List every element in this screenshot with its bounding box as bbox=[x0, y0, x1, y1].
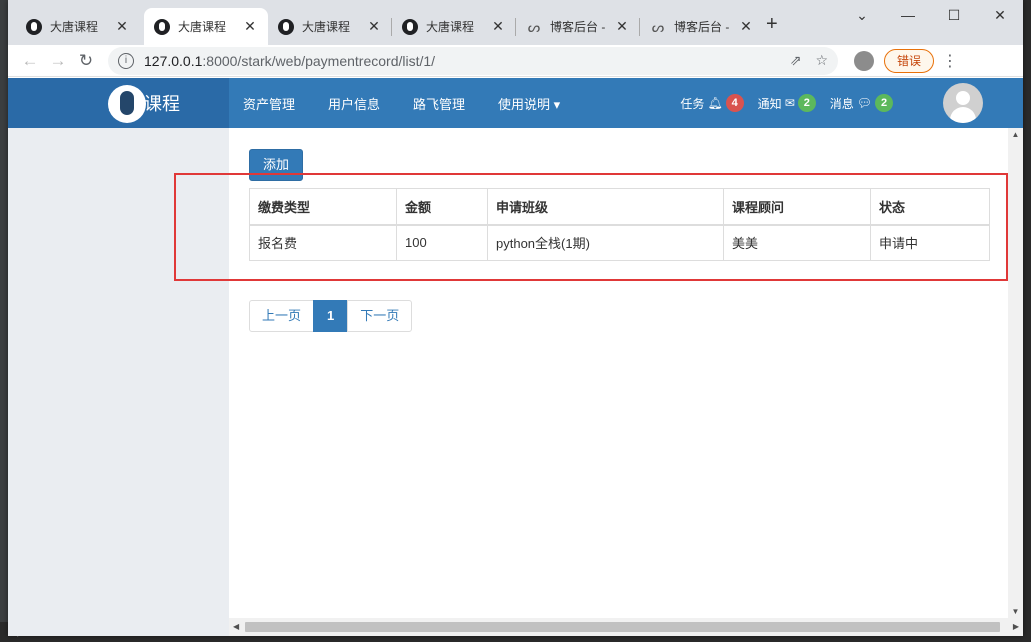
envelope-icon: ✉ bbox=[784, 96, 795, 110]
tab-3[interactable]: 大唐课程 ✕ bbox=[268, 8, 392, 45]
tasks-link[interactable]: 任务 🔔︎ 4 bbox=[680, 94, 744, 112]
profile-avatar-icon[interactable] bbox=[854, 50, 874, 71]
menu-item-assets[interactable]: 资产管理 bbox=[243, 94, 295, 113]
close-window-icon[interactable]: ✕ bbox=[977, 0, 1023, 30]
notification-bar: 任务 🔔︎ 4 通知 ✉ 2 消息 💬︎ 2 bbox=[680, 78, 983, 128]
scroll-right-arrow-icon[interactable]: ▶ bbox=[1013, 618, 1019, 636]
column-header: 课程顾问 bbox=[723, 188, 871, 226]
tab-1[interactable]: 大唐课程 ✕ bbox=[16, 8, 140, 45]
close-icon[interactable]: ✕ bbox=[366, 18, 382, 35]
close-icon[interactable]: ✕ bbox=[614, 18, 630, 35]
next-page-button[interactable]: 下一页 bbox=[347, 300, 413, 332]
tab-title: 博客后台 - bbox=[674, 20, 730, 34]
tab-title: 博客后台 - bbox=[550, 20, 606, 34]
window-controls: ⌄ — ☐ ✕ bbox=[839, 0, 1023, 30]
payment-record-table: 缴费类型 金额 申请班级 课程顾问 状态 报名费 100 python全栈(1期… bbox=[249, 188, 990, 261]
web-page: 大唐课程 资产管理 用户信息 路飞管理 使用说明 ▾ 任务🔔︎ 4 通知✉ 2 … bbox=[8, 78, 1023, 636]
notices-link[interactable]: 通知 ✉ 2 bbox=[758, 94, 816, 112]
page-1-button[interactable]: 1 bbox=[313, 300, 349, 332]
tab-title: 大唐课程 bbox=[178, 20, 227, 34]
brand[interactable]: 大唐课程 bbox=[8, 78, 229, 128]
person-logo-icon bbox=[278, 18, 294, 35]
scroll-down-arrow-icon[interactable]: ▼ bbox=[1008, 607, 1023, 616]
comment-icon: 💬︎ bbox=[856, 96, 872, 110]
scroll-up-arrow-icon[interactable]: ▲ bbox=[1008, 130, 1023, 139]
table-cell: 申请中 bbox=[870, 224, 990, 261]
tab-title: 大唐课程 bbox=[50, 20, 99, 34]
column-header: 申请班级 bbox=[487, 188, 724, 226]
bookmark-star-icon[interactable]: ☆ bbox=[815, 52, 828, 69]
close-icon[interactable]: ✕ bbox=[490, 18, 506, 35]
tab-search-icon[interactable]: ⌄ bbox=[839, 0, 885, 30]
info-icon[interactable]: i bbox=[118, 52, 134, 69]
column-header: 金额 bbox=[396, 188, 488, 226]
menu-item-lufei[interactable]: 路飞管理 bbox=[413, 94, 465, 113]
person-logo-icon bbox=[154, 18, 170, 35]
messages-link[interactable]: 消息 💬︎ 2 bbox=[830, 94, 893, 112]
person-logo-icon bbox=[108, 85, 146, 123]
close-icon[interactable]: ✕ bbox=[738, 18, 754, 35]
main-menu: 资产管理 用户信息 路飞管理 使用说明 ▾ bbox=[243, 78, 593, 128]
sidebar bbox=[8, 128, 229, 636]
tab-5[interactable]: ᔕ 博客后台 - ✕ bbox=[516, 8, 640, 45]
address-bar[interactable]: i 127.0.0.1:8000/stark/web/paymentrecord… bbox=[108, 46, 838, 75]
tab-4[interactable]: 大唐课程 ✕ bbox=[392, 8, 516, 45]
tab-title: 大唐课程 bbox=[426, 20, 475, 34]
table-cell: 美美 bbox=[723, 224, 871, 261]
pagination: 上一页 1 下一页 bbox=[249, 300, 413, 332]
menu-item-user-info[interactable]: 用户信息 bbox=[328, 94, 380, 113]
tab-strip: 大唐课程 ✕ 大唐课程 ✕ 大唐课程 ✕ 大唐课程 ✕ ᔕ 博客后台 - ✕ ᔕ… bbox=[8, 0, 1023, 45]
scroll-left-arrow-icon[interactable]: ◀ bbox=[233, 618, 239, 636]
table-cell: python全栈(1期) bbox=[487, 224, 724, 261]
user-avatar[interactable] bbox=[943, 83, 983, 123]
notices-badge: 2 bbox=[797, 94, 816, 112]
minimize-icon[interactable]: — bbox=[885, 0, 931, 30]
close-icon[interactable]: ✕ bbox=[242, 18, 258, 35]
menu-item-usage[interactable]: 使用说明 ▾ bbox=[498, 94, 560, 113]
tab-title: 大唐课程 bbox=[302, 20, 351, 34]
forward-arrow-icon[interactable]: → bbox=[44, 51, 72, 71]
column-header: 状态 bbox=[870, 188, 990, 226]
main-content: 添加 缴费类型 金额 申请班级 课程顾问 状态 报名费 100 python全栈… bbox=[249, 128, 1009, 618]
error-button[interactable]: 错误 bbox=[884, 48, 935, 73]
top-navbar: 大唐课程 资产管理 用户信息 路飞管理 使用说明 ▾ 任务🔔︎ 4 通知✉ 2 … bbox=[8, 78, 1023, 128]
share-icon[interactable]: ⇗ bbox=[790, 52, 802, 69]
tab-2[interactable]: 大唐课程 ✕ bbox=[144, 8, 268, 45]
bell-icon: 🔔︎ bbox=[707, 96, 723, 110]
table-cell: 报名费 bbox=[249, 224, 397, 261]
table-row: 报名费 100 python全栈(1期) 美美 申请中 bbox=[249, 224, 990, 261]
add-button[interactable]: 添加 bbox=[249, 149, 303, 181]
blog-logo-icon: ᔕ bbox=[527, 18, 541, 35]
vertical-scrollbar[interactable]: ▲ ▼ bbox=[1008, 128, 1023, 618]
scrollbar-thumb[interactable] bbox=[245, 622, 1000, 632]
new-tab-button[interactable]: + bbox=[766, 14, 778, 34]
browser-toolbar: ← → ↻ i 127.0.0.1:8000/stark/web/payment… bbox=[8, 45, 1023, 77]
browser-window: 大唐课程 ✕ 大唐课程 ✕ 大唐课程 ✕ 大唐课程 ✕ ᔕ 博客后台 - ✕ ᔕ… bbox=[8, 0, 1023, 636]
tasks-badge: 4 bbox=[725, 94, 744, 112]
close-icon[interactable]: ✕ bbox=[114, 18, 130, 35]
table-cell: 100 bbox=[396, 224, 488, 261]
blog-logo-icon: ᔕ bbox=[651, 18, 665, 35]
reload-icon[interactable]: ↻ bbox=[72, 51, 100, 71]
person-logo-icon bbox=[26, 18, 42, 35]
table-header-row: 缴费类型 金额 申请班级 课程顾问 状态 bbox=[249, 188, 990, 226]
messages-badge: 2 bbox=[875, 94, 893, 112]
maximize-icon[interactable]: ☐ bbox=[931, 0, 977, 30]
column-header: 缴费类型 bbox=[249, 188, 397, 226]
more-menu-icon[interactable]: ⋮ bbox=[942, 51, 958, 71]
person-logo-icon bbox=[402, 18, 418, 35]
url-text[interactable]: 127.0.0.1:8000/stark/web/paymentrecord/l… bbox=[144, 53, 776, 69]
tab-6[interactable]: ᔕ 博客后台 - ✕ bbox=[640, 8, 764, 45]
caret-down-icon: ▾ bbox=[550, 96, 561, 112]
horizontal-scrollbar[interactable]: ◀ ▶ bbox=[229, 618, 1023, 636]
prev-page-button[interactable]: 上一页 bbox=[249, 300, 315, 332]
back-arrow-icon[interactable]: ← bbox=[16, 51, 44, 71]
